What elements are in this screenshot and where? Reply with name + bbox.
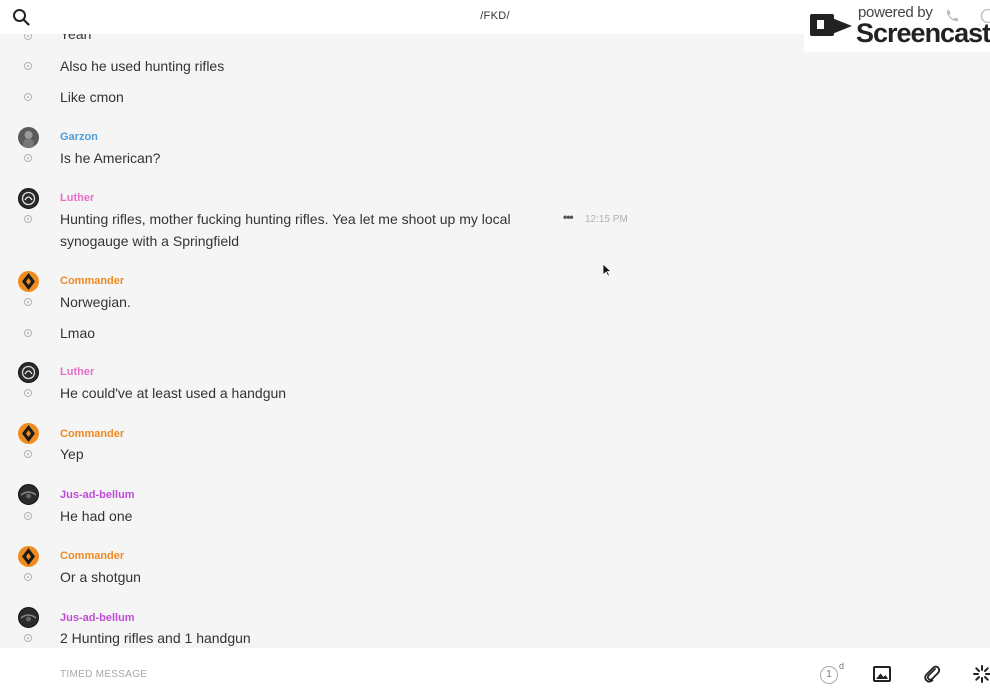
- timer-value: 1: [820, 666, 838, 684]
- spinner-icon[interactable]: [972, 664, 990, 684]
- message-status-dot: [24, 512, 32, 520]
- message-status-dot: [24, 389, 32, 397]
- sender-name[interactable]: Luther: [60, 192, 94, 204]
- message-text: He could've at least used a handgun: [60, 385, 287, 401]
- message-feed[interactable]: Yeah Also he used hunting rifles Like cm…: [0, 34, 990, 648]
- message-text: Also he used hunting rifles: [60, 58, 225, 74]
- timer-unit: d: [839, 661, 845, 671]
- message-status-dot: [24, 93, 32, 101]
- message-text: Hunting rifles, mother fucking hunting r…: [60, 211, 511, 249]
- screencastify-logo-icon: [810, 14, 852, 36]
- phone-icon[interactable]: [944, 8, 960, 24]
- message-text: 2 Hunting rifles and 1 handgun: [60, 630, 251, 646]
- info-icon[interactable]: [980, 8, 990, 24]
- sender-name[interactable]: Garzon: [60, 131, 98, 143]
- image-icon[interactable]: [872, 664, 892, 684]
- message-status-dot: [24, 34, 32, 40]
- commander-avatar[interactable]: [18, 271, 39, 292]
- mouse-cursor-icon: [602, 263, 612, 277]
- watermark-brand: Screencastify: [856, 18, 990, 48]
- jus-avatar[interactable]: [18, 484, 39, 505]
- message-text: Like cmon: [60, 89, 124, 105]
- commander-avatar[interactable]: [18, 546, 39, 567]
- luther-avatar[interactable]: [18, 188, 39, 209]
- message-text: Yep: [60, 446, 84, 462]
- sender-name[interactable]: Jus-ad-bellum: [60, 489, 135, 501]
- message-status-dot: [24, 634, 32, 642]
- message-status-dot: [24, 215, 32, 223]
- paperclip-icon[interactable]: [922, 664, 942, 684]
- message-status-dot: [24, 450, 32, 458]
- screencastify-watermark: powered by Screencastify: [804, 0, 990, 52]
- message-text: Yeah: [60, 34, 92, 42]
- message-text: He had one: [60, 508, 133, 524]
- message-text: Lmao: [60, 325, 96, 341]
- luther-avatar[interactable]: [18, 362, 39, 383]
- message-text: Norwegian.: [60, 294, 131, 310]
- message-status-dot: [24, 62, 32, 70]
- message-timestamp: 12:15 PM: [585, 214, 628, 225]
- jus-avatar[interactable]: [18, 607, 39, 628]
- message-status-dot: [24, 329, 32, 337]
- message-input[interactable]: [60, 664, 660, 684]
- message-composer: 1 d: [0, 648, 990, 700]
- sender-name[interactable]: Commander: [60, 428, 124, 440]
- sender-name[interactable]: Jus-ad-bellum: [60, 612, 135, 624]
- sender-name[interactable]: Luther: [60, 366, 94, 378]
- sender-name[interactable]: Commander: [60, 275, 124, 287]
- sender-name[interactable]: Commander: [60, 550, 124, 562]
- message-timer-button[interactable]: 1 d: [820, 661, 846, 686]
- message-text: Or a shotgun: [60, 569, 141, 585]
- commander-avatar[interactable]: [18, 423, 39, 444]
- garzon-avatar[interactable]: [18, 127, 39, 148]
- message-status-dot: [24, 298, 32, 306]
- message-status-dot: [24, 154, 32, 162]
- message-status-dot: [24, 573, 32, 581]
- more-options-icon[interactable]: •••: [563, 210, 574, 224]
- message-text: Is he American?: [60, 150, 161, 166]
